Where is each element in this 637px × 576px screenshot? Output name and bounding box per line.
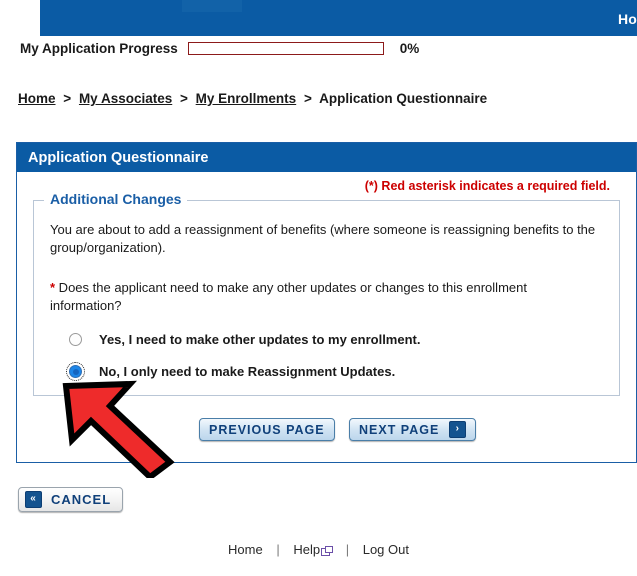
radio-button-no[interactable] [66,362,85,381]
breadcrumb-separator: > [180,91,188,106]
footer-link-help[interactable]: Help [293,542,334,557]
cancel-button-wrap: « CANCEL [18,487,124,512]
banner-logo-placeholder [182,0,242,12]
breadcrumb-separator: > [63,91,72,106]
top-banner: Ho [40,0,637,36]
progress-bar [187,41,384,55]
cancel-button[interactable]: « CANCEL [18,487,124,512]
footer-help-label: Help [293,542,321,557]
page-title: Application Questionnaire [28,149,209,166]
footer-link-logout[interactable]: Log Out [363,542,409,557]
fieldset-legend: Additional Changes [44,191,188,207]
breadcrumb-item-current: Application Questionnaire [319,91,488,106]
progress-percent: 0% [399,40,420,56]
cancel-button-label: CANCEL [51,492,112,507]
panel-header: Application Questionnaire [17,143,636,172]
navigation-buttons: PREVIOUS PAGE NEXT PAGE › [33,406,620,452]
footer-separator: | [276,542,280,557]
banner-home-link[interactable]: Ho [618,11,637,27]
radio-option-no[interactable]: No, I only need to make Reassignment Upd… [50,362,603,381]
breadcrumb: Home > My Associates > My Enrollments > … [18,91,487,106]
application-questionnaire-panel: Application Questionnaire (*) Red asteri… [16,142,637,463]
breadcrumb-separator: > [303,91,312,106]
chevron-right-icon: › [449,421,467,438]
breadcrumb-item-home[interactable]: Home [18,91,56,106]
question-label: Does the applicant need to make any othe… [50,280,527,313]
breadcrumb-item-my-enrollments[interactable]: My Enrollments [196,91,297,106]
breadcrumb-item-my-associates[interactable]: My Associates [79,91,172,106]
progress-label: My Application Progress [20,40,178,56]
previous-page-button[interactable]: PREVIOUS PAGE [199,418,335,441]
footer: Home | Help | Log Out [0,542,637,557]
radio-option-yes[interactable]: Yes, I need to make other updates to my … [50,332,603,347]
external-window-icon [321,546,334,556]
intro-text: You are about to add a reassignment of b… [50,222,596,255]
radio-button-yes[interactable] [69,333,82,346]
footer-link-home[interactable]: Home [228,542,263,557]
footer-separator: | [345,542,350,557]
double-chevron-left-icon: « [25,491,42,508]
application-progress: My Application Progress 0% [0,36,637,60]
previous-page-label: PREVIOUS PAGE [209,422,325,437]
radio-label-no[interactable]: No, I only need to make Reassignment Upd… [99,364,395,379]
next-page-label: NEXT PAGE [359,422,440,437]
additional-changes-fieldset: Additional Changes You are about to add … [33,191,620,396]
question-text: * Does the applicant need to make any ot… [50,279,570,315]
next-page-button[interactable]: NEXT PAGE › [349,418,477,441]
panel-body: (*) Red asterisk indicates a required fi… [17,172,636,462]
radio-label-yes[interactable]: Yes, I need to make other updates to my … [99,332,420,347]
